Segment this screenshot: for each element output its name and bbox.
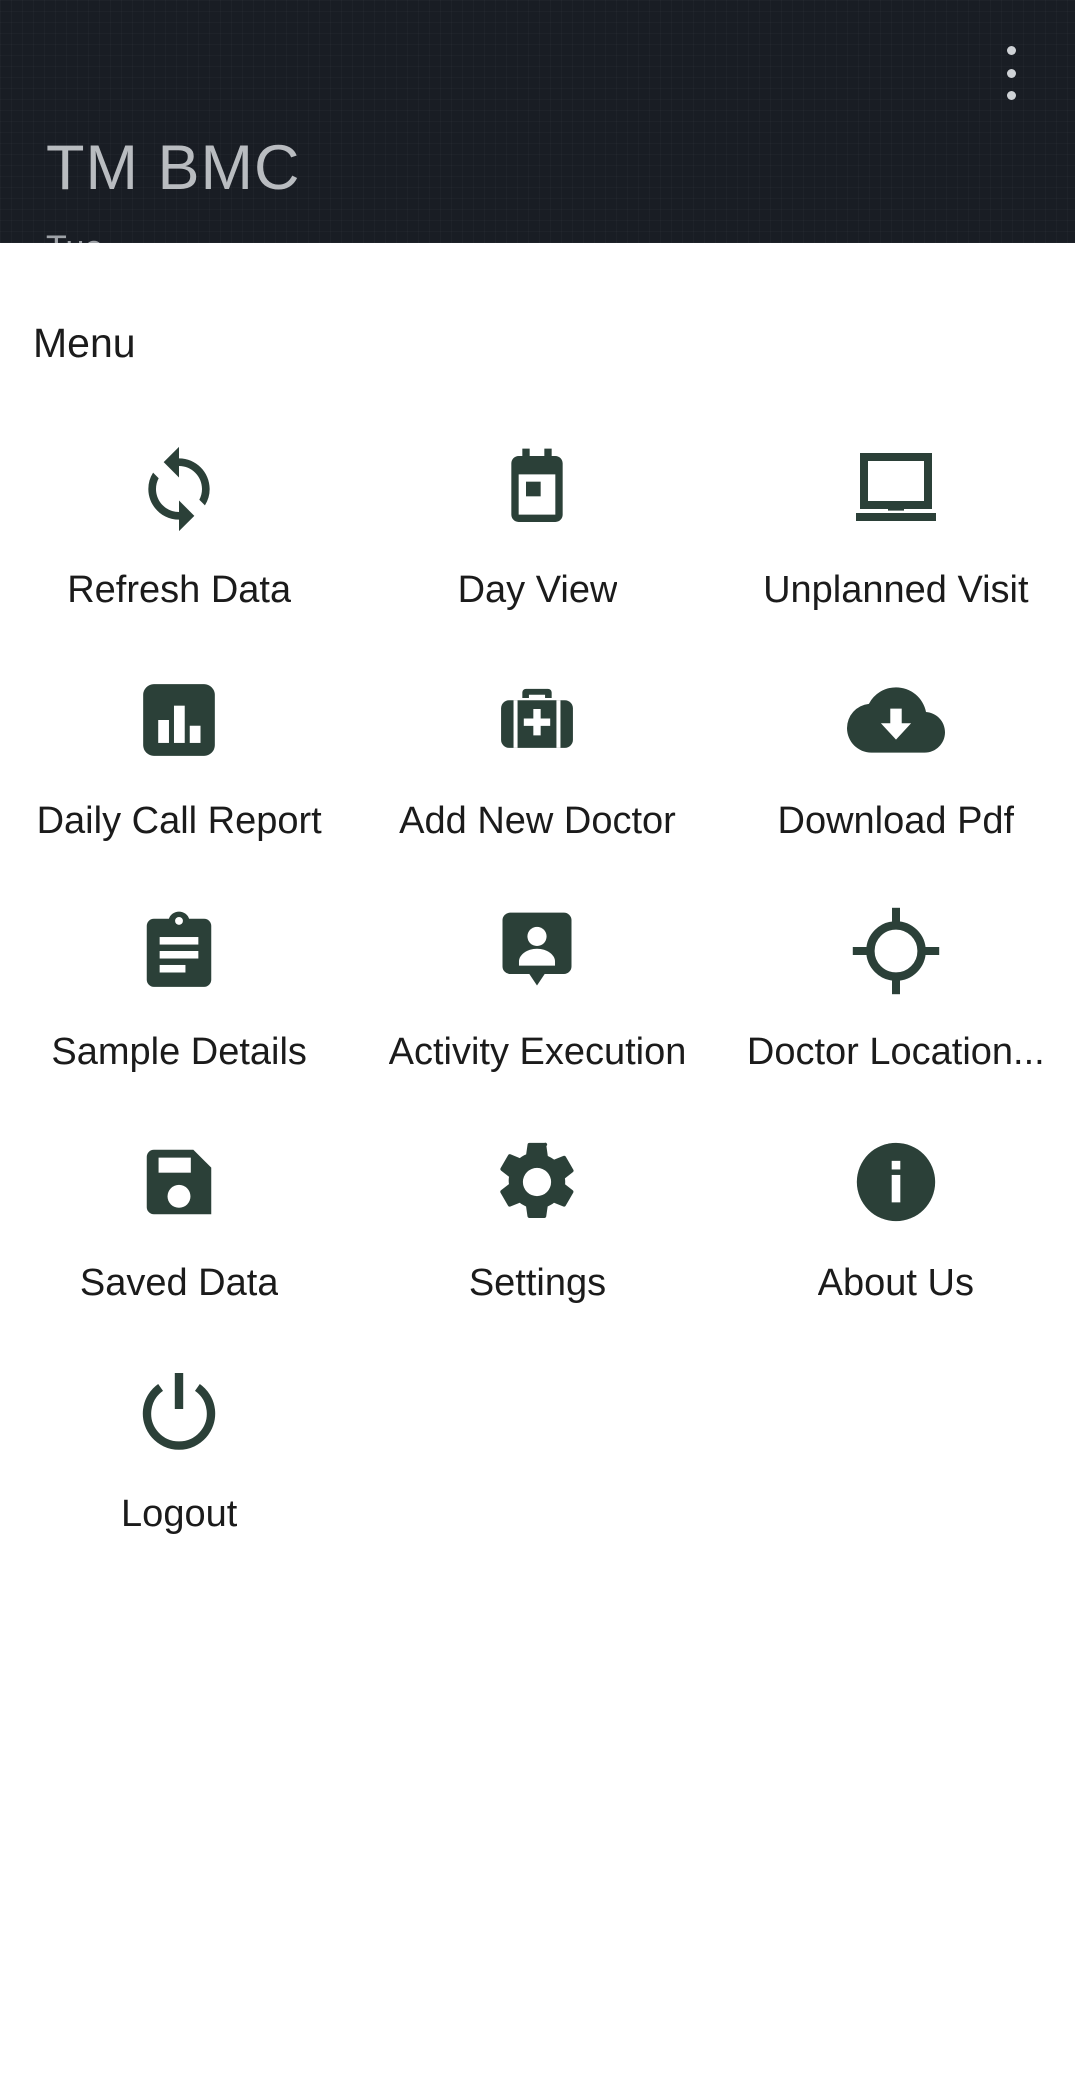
- menu-item-label: Unplanned Visit: [763, 569, 1029, 611]
- menu-item-label: Add New Doctor: [399, 800, 676, 842]
- gps-crosshair-icon: [846, 901, 946, 1001]
- menu-item-label: Daily Call Report: [36, 800, 322, 842]
- refresh-icon: [129, 439, 229, 539]
- cloud-download-icon: [846, 670, 946, 770]
- calendar-icon: [487, 439, 587, 539]
- menu-item-label: Refresh Data: [67, 569, 292, 611]
- menu-item-label: About Us: [817, 1262, 974, 1304]
- bar-chart-icon: [129, 670, 229, 770]
- gear-icon: [487, 1132, 587, 1232]
- menu-item-unplanned-visit[interactable]: Unplanned Visit: [717, 425, 1075, 656]
- laptop-icon: [846, 439, 946, 539]
- menu-item-label: Download Pdf: [777, 800, 1015, 842]
- menu-item-label: Sample Details: [51, 1031, 307, 1073]
- menu-item-settings[interactable]: Settings: [358, 1118, 716, 1349]
- menu-item-label: Saved Data: [79, 1262, 279, 1304]
- menu-item-label: Settings: [468, 1262, 607, 1304]
- menu-item-doctor-location[interactable]: Doctor Location...: [717, 887, 1075, 1118]
- menu-item-label: Activity Execution: [388, 1031, 687, 1073]
- medical-bag-icon: [487, 670, 587, 770]
- menu-grid: Refresh Data Day View Unplanned Visit Da…: [0, 425, 1075, 1580]
- menu-item-download-pdf[interactable]: Download Pdf: [717, 656, 1075, 887]
- clipboard-icon: [129, 901, 229, 1001]
- person-pin-icon: [487, 901, 587, 1001]
- more-vert-dot: [1006, 91, 1016, 100]
- app-bar: TM BMC Tue: [0, 0, 1075, 243]
- menu-item-sample-details[interactable]: Sample Details: [0, 887, 358, 1118]
- menu-item-add-new-doctor[interactable]: Add New Doctor: [358, 656, 716, 887]
- menu-item-label: Doctor Location...: [746, 1031, 1045, 1073]
- menu-item-about-us[interactable]: About Us: [717, 1118, 1075, 1349]
- more-vert-dot: [1006, 46, 1016, 55]
- menu-item-logout[interactable]: Logout: [0, 1349, 358, 1580]
- menu-item-label: Day View: [457, 569, 618, 611]
- menu-item-label: Logout: [121, 1493, 238, 1535]
- more-vert-icon[interactable]: [983, 44, 1039, 102]
- app-subtitle: Tue: [46, 228, 103, 243]
- menu-item-daily-call-report[interactable]: Daily Call Report: [0, 656, 358, 887]
- floppy-disk-icon: [129, 1132, 229, 1232]
- app-title: TM BMC: [46, 133, 301, 203]
- menu-item-saved-data[interactable]: Saved Data: [0, 1118, 358, 1349]
- info-circle-icon: [846, 1132, 946, 1232]
- power-icon: [129, 1363, 229, 1463]
- menu-item-day-view[interactable]: Day View: [358, 425, 716, 656]
- menu-screen: Menu Refresh Data Day View Unplanned Vis…: [0, 243, 1075, 1580]
- page-title: Menu: [33, 320, 136, 366]
- menu-item-refresh-data[interactable]: Refresh Data: [0, 425, 358, 656]
- more-vert-dot: [1006, 68, 1016, 78]
- menu-item-activity-execution[interactable]: Activity Execution: [358, 887, 716, 1118]
